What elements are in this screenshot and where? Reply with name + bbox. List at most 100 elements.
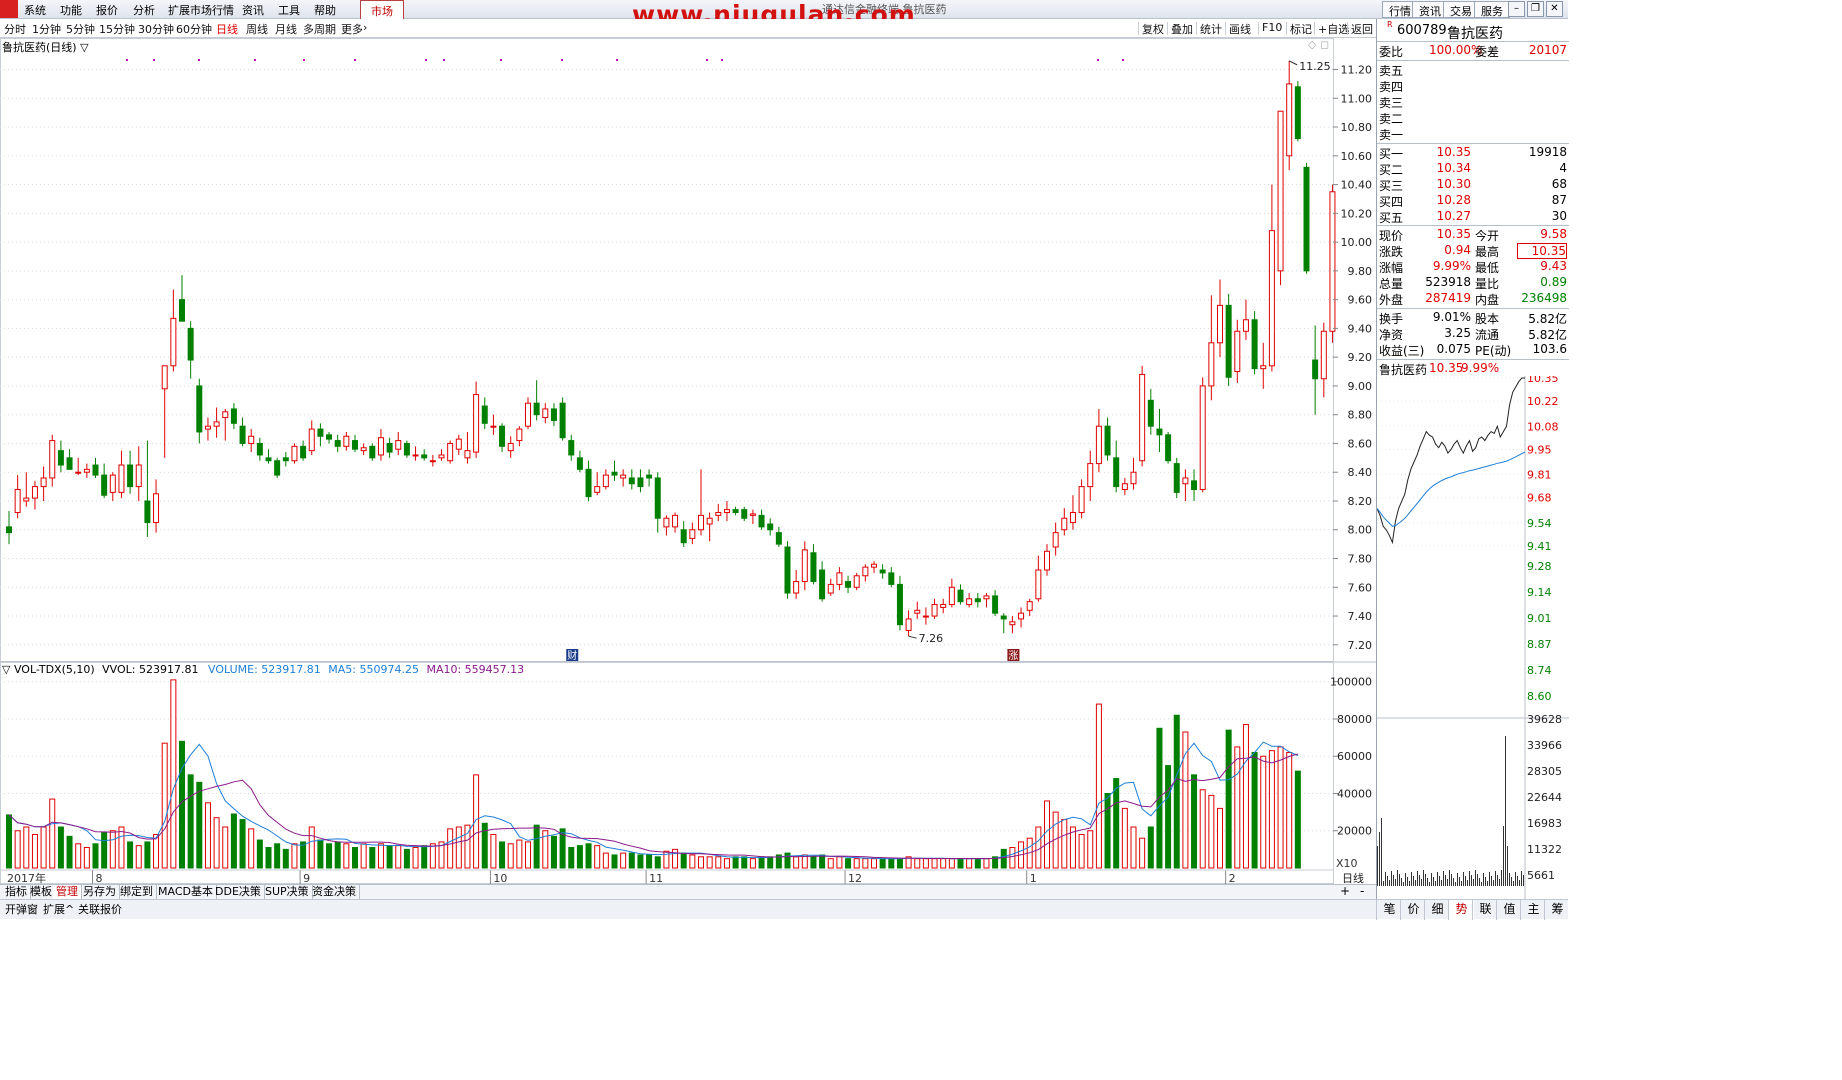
indicator-tab[interactable]: 管理 xyxy=(53,885,82,900)
indicator-tab[interactable]: 资金决策 xyxy=(309,885,360,900)
period-tab[interactable]: 15分钟 xyxy=(99,21,135,37)
candle-body xyxy=(135,464,142,488)
volume-bar xyxy=(1095,703,1102,869)
mini-volume-bar xyxy=(1471,875,1472,886)
period-tab[interactable]: 30分钟 xyxy=(138,21,174,37)
side-view-tab[interactable]: 细 xyxy=(1424,900,1450,920)
close-icon[interactable]: ✕ xyxy=(1546,1,1563,17)
order-row[interactable]: 买三 10.30 68 xyxy=(1377,177,1569,193)
candle-body xyxy=(222,411,229,419)
side-view-tab[interactable]: 笔 xyxy=(1376,900,1402,920)
top-button[interactable]: 服务 xyxy=(1474,1,1510,18)
candle xyxy=(66,449,73,470)
menu-item[interactable]: 工具 xyxy=(278,2,300,18)
indicator-tab[interactable]: DDE决策 xyxy=(212,885,265,900)
chart-tool-button[interactable]: 统计 xyxy=(1200,21,1222,37)
menu-item[interactable]: 资讯 xyxy=(242,2,264,18)
side-view-tab[interactable]: 价 xyxy=(1400,900,1426,920)
candle xyxy=(230,403,237,430)
indicator-tab[interactable]: MACD基本 xyxy=(155,885,217,900)
order-row[interactable]: 卖一 xyxy=(1377,126,1569,142)
status-tab[interactable]: 关联报价 xyxy=(75,901,125,917)
menu-item[interactable]: 报价 xyxy=(96,2,118,18)
kline-chart[interactable]: 7.20 7.40 7.60 7.80 8.00 8.20 8.40 8.60 8.80 9.00… xyxy=(0,38,1376,885)
period-tab[interactable]: 5分钟 xyxy=(66,21,95,37)
order-volume: 68 xyxy=(1551,177,1567,191)
candle xyxy=(715,503,722,522)
order-row[interactable]: 卖二 xyxy=(1377,110,1569,126)
mini-volume-bar xyxy=(1505,736,1506,886)
chart-tool-button[interactable]: 叠加 xyxy=(1171,21,1193,37)
candle xyxy=(749,509,756,524)
period-tab[interactable]: 多周期 xyxy=(303,21,336,37)
period-tab[interactable]: 月线 xyxy=(275,21,297,37)
side-view-tab[interactable]: 势 xyxy=(1448,900,1474,920)
restore-icon[interactable]: ❐ xyxy=(1527,1,1544,17)
candle-body xyxy=(403,442,410,456)
menu-item[interactable]: 帮助 xyxy=(314,2,336,18)
volume-bar xyxy=(83,847,90,869)
chart-tool-button[interactable]: 复权 xyxy=(1142,21,1164,37)
zoom-out-icon[interactable]: - xyxy=(1360,884,1364,898)
x-tick-label: 2 xyxy=(1229,872,1236,884)
chart-tool-button[interactable]: 标记 xyxy=(1290,21,1312,37)
order-label: 卖三 xyxy=(1379,96,1404,110)
order-row[interactable]: 买一 10.35 19918 xyxy=(1377,145,1569,161)
order-row[interactable]: 买五 10.27 30 xyxy=(1377,209,1569,225)
intraday-mini-chart[interactable]: 9.41 9.54 9.68 9.81 9.95 10.08 10.22 10.35 9.28 9… xyxy=(1377,376,1569,899)
indicator-tab[interactable]: 绑定到 xyxy=(117,885,157,900)
chart-tool-button[interactable]: 返回 xyxy=(1351,21,1373,37)
candle xyxy=(118,450,125,499)
side-view-tab[interactable]: 筹 xyxy=(1544,900,1570,920)
order-row[interactable]: 买二 10.34 4 xyxy=(1377,161,1569,177)
order-row[interactable]: 买四 10.28 87 xyxy=(1377,193,1569,209)
volume-tick-label: 80000 xyxy=(1337,713,1372,726)
period-tab[interactable]: 更多 xyxy=(341,21,363,37)
stat-value: 287419 xyxy=(1425,291,1471,305)
menu-item[interactable]: 功能 xyxy=(60,2,82,18)
indicator-tab[interactable]: SUP决策 xyxy=(262,885,313,900)
candle-body xyxy=(672,514,679,528)
candle xyxy=(464,431,471,464)
side-view-tab[interactable]: 值 xyxy=(1496,900,1522,920)
chart-tool-button[interactable]: 画线 xyxy=(1229,21,1251,37)
indicator-tab[interactable]: 模板 xyxy=(27,885,56,900)
status-tab[interactable]: 扩展^ xyxy=(40,901,77,917)
menu-item[interactable]: 系统 xyxy=(24,2,46,18)
candle-body xyxy=(204,425,211,430)
minimize-icon[interactable]: – xyxy=(1508,1,1525,17)
volume-bar xyxy=(550,835,557,869)
period-tab[interactable]: 60分钟 xyxy=(176,21,212,37)
period-tab[interactable]: 日线 xyxy=(216,21,238,37)
mini-volume-bar xyxy=(1487,881,1488,886)
period-tab[interactable]: 分时 xyxy=(4,21,26,37)
chart-tool-button[interactable]: F10 xyxy=(1262,21,1282,34)
order-row[interactable]: 卖三 xyxy=(1377,94,1569,110)
side-view-tab[interactable]: 联 xyxy=(1472,900,1498,920)
chevron-down-icon[interactable]: ▽ xyxy=(2,663,10,676)
zoom-in-icon[interactable]: + xyxy=(1340,884,1350,898)
chart-options-icon[interactable]: ◇ ◻ xyxy=(1308,38,1329,51)
menu-market-tab[interactable]: 市场 xyxy=(360,0,404,19)
volume-bar xyxy=(706,856,713,869)
side-view-tab[interactable]: 主 xyxy=(1520,900,1546,920)
candle xyxy=(282,452,289,467)
order-row[interactable]: 卖五 xyxy=(1377,62,1569,78)
menu-item[interactable]: 分析 xyxy=(133,2,155,18)
period-tab[interactable]: 周线 xyxy=(246,21,268,37)
chart-tool-button[interactable]: +自选 xyxy=(1318,21,1349,37)
indicator-tab[interactable]: 另存为 xyxy=(80,885,120,900)
candle-body xyxy=(1147,399,1154,427)
candle-body xyxy=(334,440,341,447)
period-tab[interactable]: 1分钟 xyxy=(32,21,61,37)
chart-area[interactable]: 7.20 7.40 7.60 7.80 8.00 8.20 8.40 8.60 8.80 9.00… xyxy=(0,38,1376,885)
chevron-down-icon[interactable]: ▽ xyxy=(80,41,88,54)
menu-item[interactable]: 扩展市场行情 xyxy=(168,2,234,18)
candle xyxy=(447,440,454,464)
volume-title[interactable]: VOL-TDX(5,10) xyxy=(14,663,95,676)
status-tab[interactable]: 开弹窗 xyxy=(2,901,41,917)
candle xyxy=(974,593,981,608)
volume-bar xyxy=(767,856,774,869)
main-chart-title[interactable]: 鲁抗医药(日线) ▽ xyxy=(2,39,89,55)
order-row[interactable]: 卖四 xyxy=(1377,78,1569,94)
